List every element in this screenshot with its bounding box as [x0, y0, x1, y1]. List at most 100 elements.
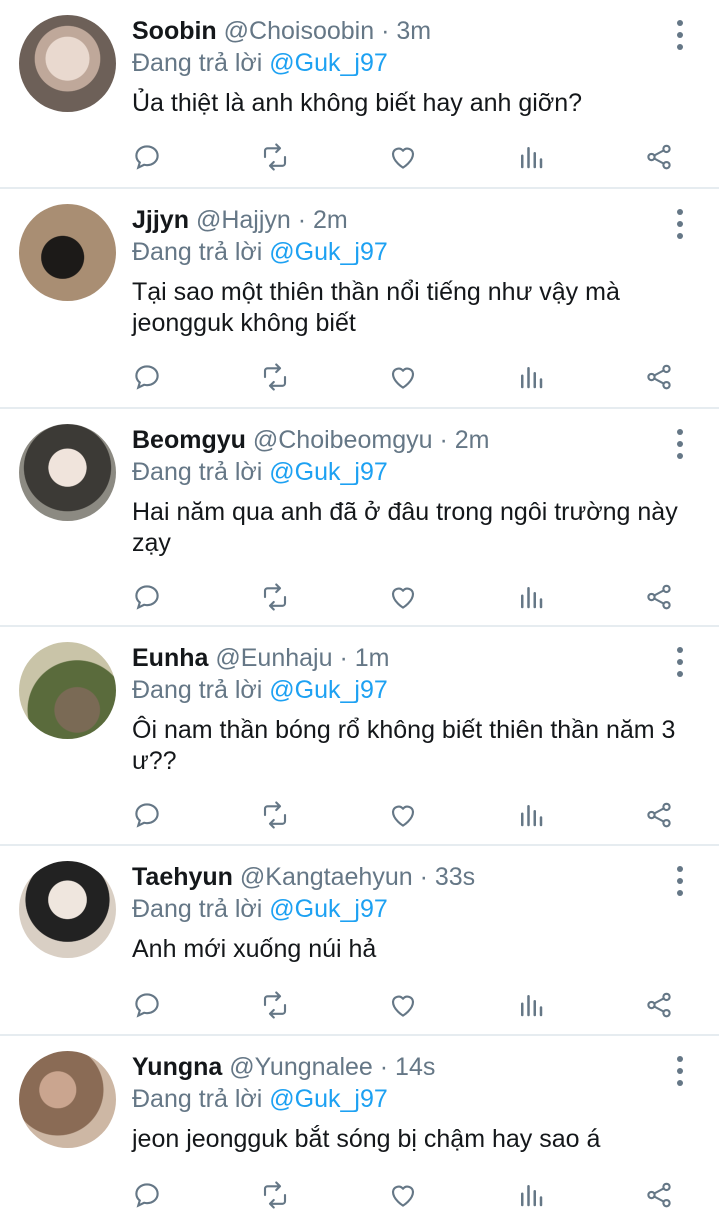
analytics-button[interactable] [511, 795, 551, 835]
more-icon[interactable] [668, 429, 692, 459]
analytics-icon [521, 367, 543, 389]
analytics-button[interactable] [511, 357, 551, 397]
like-button[interactable] [383, 985, 423, 1025]
divider [0, 625, 719, 627]
display-name[interactable]: Beomgyu [132, 426, 246, 454]
more-icon[interactable] [668, 209, 692, 239]
replying-to-label: Đang trả lời [132, 238, 263, 266]
like-icon [391, 995, 415, 1017]
mention-link[interactable]: @Guk_j97 [269, 49, 388, 77]
more-icon[interactable] [668, 1056, 692, 1086]
user-handle[interactable]: @Eunhaju [215, 644, 332, 672]
share-button[interactable] [639, 1175, 679, 1215]
tweet-header: Eunha @Eunhaju · 1m [132, 643, 389, 673]
mention-link[interactable]: @Guk_j97 [269, 676, 388, 704]
timestamp[interactable]: 14s [395, 1053, 435, 1081]
like-button[interactable] [383, 137, 423, 177]
retweet-button[interactable] [255, 577, 295, 617]
reply-icon [135, 365, 159, 390]
retweet-button[interactable] [255, 985, 295, 1025]
separator-dot: · [439, 426, 448, 454]
analytics-button[interactable] [511, 137, 551, 177]
mention-link[interactable]: @Guk_j97 [269, 238, 388, 266]
mention-link[interactable]: @Guk_j97 [269, 458, 388, 486]
retweet-button[interactable] [255, 137, 295, 177]
timestamp[interactable]: 1m [355, 644, 390, 672]
reply-button[interactable] [127, 137, 167, 177]
avatar[interactable] [19, 15, 116, 112]
replying-to-label: Đang trả lời [132, 676, 263, 704]
display-name[interactable]: Eunha [132, 644, 208, 672]
avatar[interactable] [19, 1051, 116, 1148]
reply-button[interactable] [127, 577, 167, 617]
more-icon[interactable] [668, 647, 692, 677]
share-button[interactable] [639, 985, 679, 1025]
tweet-header: Jjjyn @Hajjyn · 2m [132, 205, 348, 235]
user-handle[interactable]: @Hajjyn [196, 206, 291, 234]
tweet-actions [0, 795, 719, 835]
user-handle[interactable]: @Choibeomgyu [253, 426, 433, 454]
like-icon [391, 147, 415, 169]
share-button[interactable] [639, 795, 679, 835]
tweet-actions [0, 577, 719, 617]
reply-button[interactable] [127, 795, 167, 835]
user-handle[interactable]: @Choisoobin [224, 17, 374, 45]
tweet-header: Yungna @Yungnalee · 14s [132, 1052, 435, 1082]
display-name[interactable]: Yungna [132, 1053, 222, 1081]
analytics-button[interactable] [511, 1175, 551, 1215]
retweet-icon [263, 801, 287, 829]
share-icon [647, 992, 671, 1018]
retweet-button[interactable] [255, 357, 295, 397]
like-button[interactable] [383, 1175, 423, 1215]
retweet-button[interactable] [255, 795, 295, 835]
replying-to: Đang trả lời @Guk_j97 [132, 1084, 388, 1114]
display-name[interactable]: Soobin [132, 17, 217, 45]
user-handle[interactable]: @Kangtaehyun [240, 863, 413, 891]
share-button[interactable] [639, 577, 679, 617]
analytics-icon [521, 995, 543, 1017]
tweet-actions [0, 985, 719, 1025]
more-icon[interactable] [668, 866, 692, 896]
reply-button[interactable] [127, 1175, 167, 1215]
timestamp[interactable]: 3m [396, 17, 431, 45]
share-icon [647, 144, 671, 170]
analytics-button[interactable] [511, 577, 551, 617]
like-button[interactable] [383, 795, 423, 835]
share-button[interactable] [639, 357, 679, 397]
replying-to: Đang trả lời @Guk_j97 [132, 894, 388, 924]
mention-link[interactable]: @Guk_j97 [269, 895, 388, 923]
display-name[interactable]: Taehyun [132, 863, 233, 891]
retweet-button[interactable] [255, 1175, 295, 1215]
replying-to-label: Đang trả lời [132, 49, 263, 77]
timestamp[interactable]: 2m [455, 426, 490, 454]
tweet-text: Hai năm qua anh đã ở đâu trong ngôi trườ… [132, 498, 678, 557]
display-name[interactable]: Jjjyn [132, 206, 189, 234]
divider [0, 844, 719, 846]
avatar[interactable] [19, 424, 116, 521]
user-handle[interactable]: @Yungnalee [229, 1053, 373, 1081]
like-button[interactable] [383, 577, 423, 617]
like-icon [391, 367, 415, 389]
mention-link[interactable]: @Guk_j97 [269, 1085, 388, 1113]
like-icon [391, 805, 415, 827]
replying-to: Đang trả lời @Guk_j97 [132, 48, 388, 78]
avatar[interactable] [19, 861, 116, 958]
avatar[interactable] [19, 204, 116, 301]
analytics-button[interactable] [511, 985, 551, 1025]
tweet-actions [0, 357, 719, 397]
like-button[interactable] [383, 357, 423, 397]
tweet-text: Anh mới xuống núi hả [132, 935, 377, 963]
like-icon [391, 1185, 415, 1207]
replying-to-label: Đang trả lời [132, 458, 263, 486]
retweet-icon [263, 583, 287, 611]
timestamp[interactable]: 33s [435, 863, 475, 891]
share-button[interactable] [639, 137, 679, 177]
avatar[interactable] [19, 642, 116, 739]
reply-button[interactable] [127, 357, 167, 397]
reply-button[interactable] [127, 985, 167, 1025]
separator-dot: · [379, 1053, 389, 1081]
replying-to: Đang trả lời @Guk_j97 [132, 457, 388, 487]
reply-icon [135, 1183, 159, 1208]
timestamp[interactable]: 2m [313, 206, 348, 234]
more-icon[interactable] [668, 20, 692, 50]
